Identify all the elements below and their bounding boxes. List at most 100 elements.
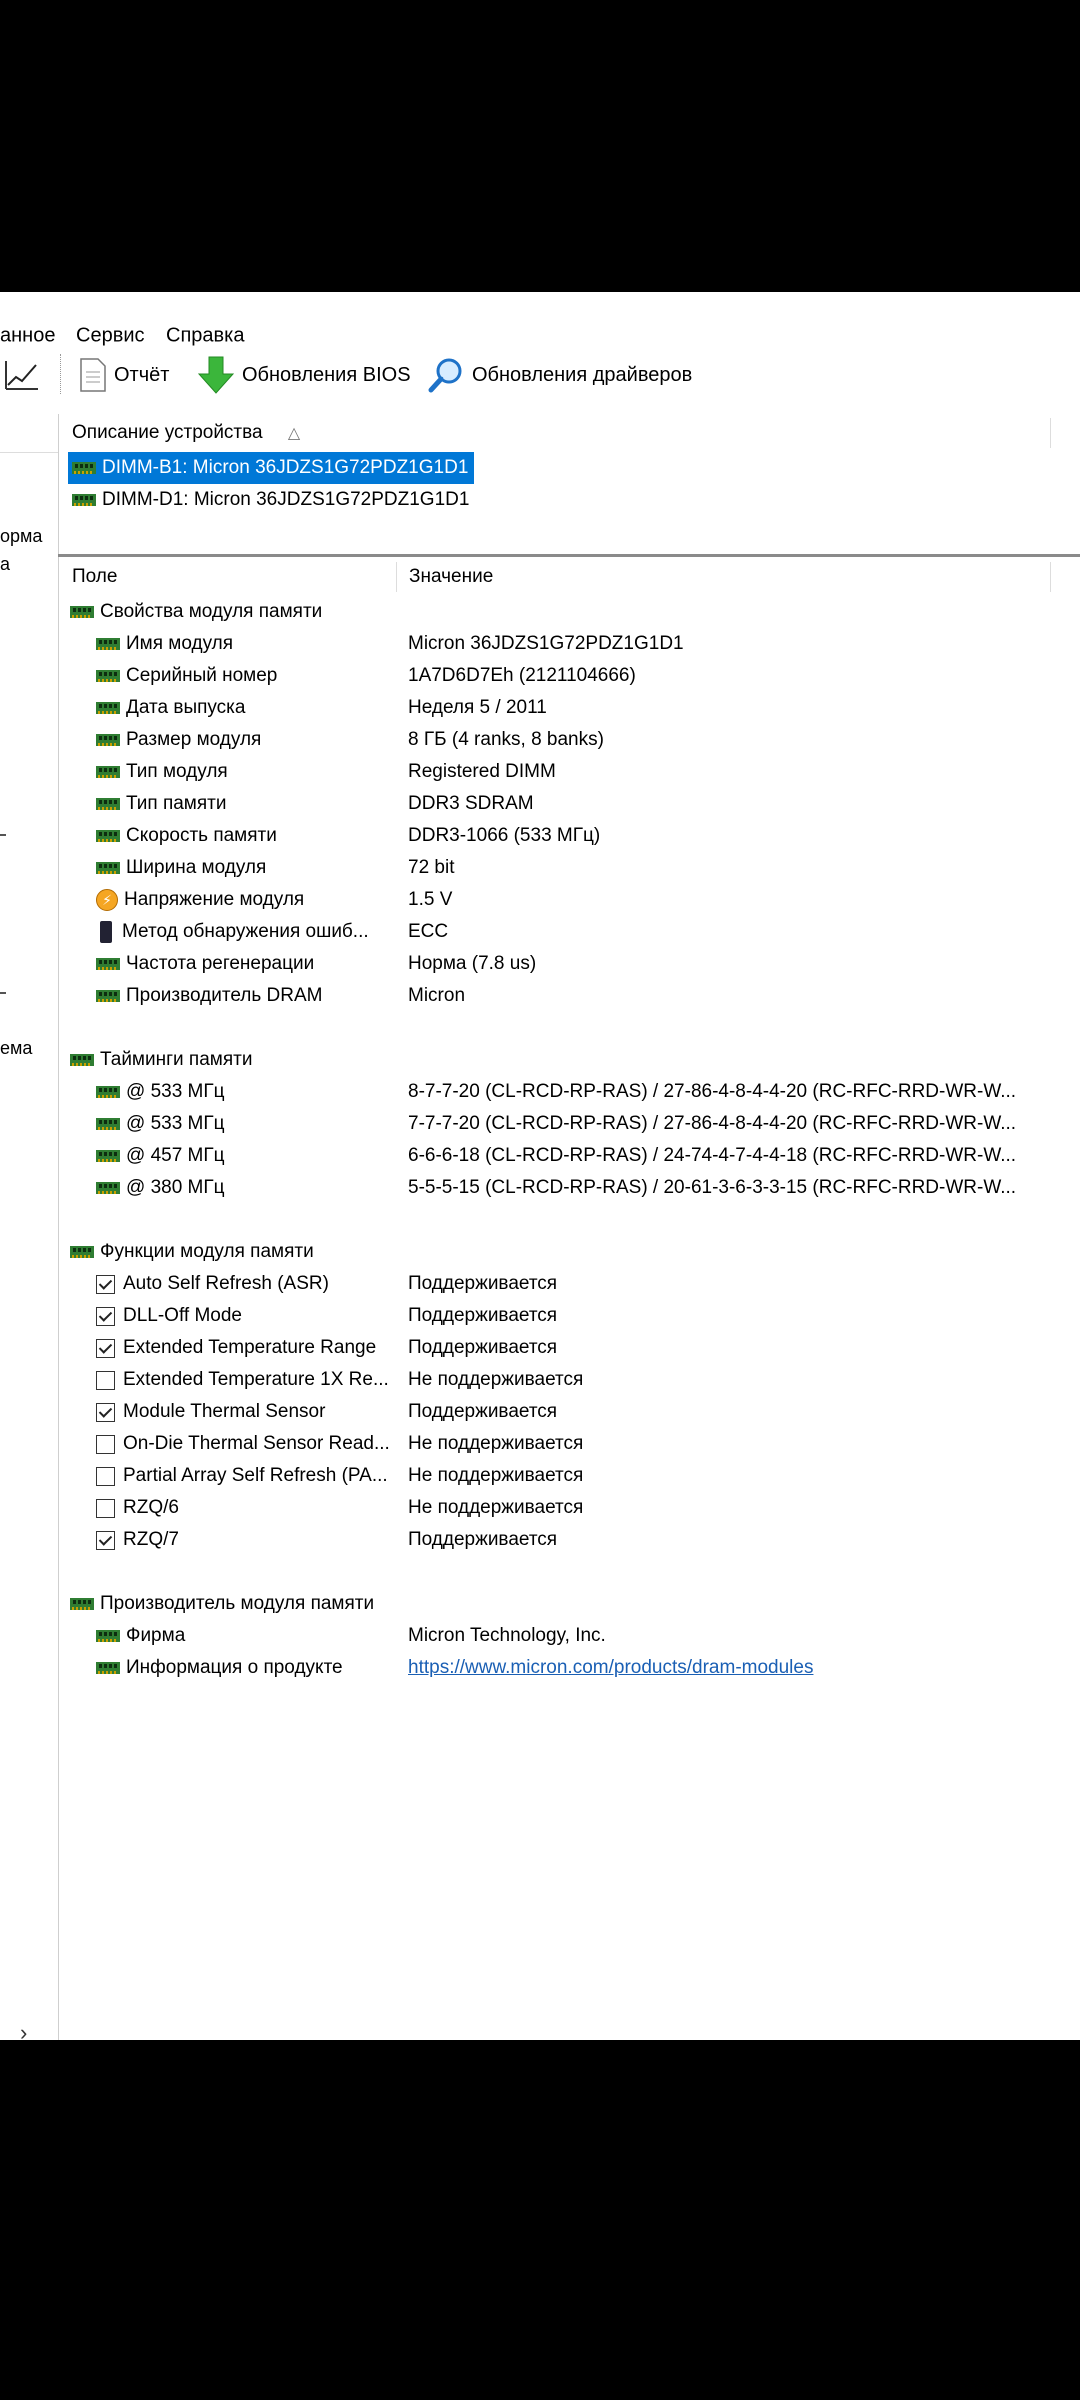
field-value: Micron 36JDZS1G72PDZ1G1D1 <box>408 633 684 654</box>
ram-icon <box>96 862 120 874</box>
table-row[interactable]: ⚡ Напряжение модуля 1.5 V <box>62 884 1080 916</box>
table-row[interactable]: Auto Self Refresh (ASR) Поддерживается <box>62 1268 1080 1300</box>
field-label: Частота регенерации <box>126 953 315 974</box>
ram-icon <box>70 1054 94 1066</box>
device-item-dimm-d1[interactable]: DIMM-D1: Micron 36JDZS1G72PDZ1G1D1 <box>68 484 475 516</box>
table-row[interactable]: DLL-Off Mode Поддерживается <box>62 1300 1080 1332</box>
field-label: Напряжение модуля <box>124 889 305 910</box>
table-row[interactable]: @ 457 МГц 6-6-6-18 (CL-RCD-RP-RAS) / 24-7… <box>62 1140 1080 1172</box>
device-list: Описание устройства △ DIMM-B1: Micron 36… <box>62 414 1080 556</box>
tree-item-fragment[interactable]: а <box>0 554 10 575</box>
field-value: 1A7D6D7Eh (2121104666) <box>408 665 636 686</box>
field-value: 8-7-7-20 (CL-RCD-RP-RAS) / 27-86-4-8-4-4… <box>408 1081 1017 1102</box>
table-row[interactable]: @ 533 МГц 8-7-7-20 (CL-RCD-RP-RAS) / 27-8… <box>62 1076 1080 1108</box>
table-row[interactable]: Метод обнаружения ошиб... ECC <box>62 916 1080 948</box>
table-row[interactable]: Фирма Micron Technology, Inc. <box>62 1620 1080 1652</box>
table-row[interactable]: On-Die Thermal Sensor Read... Не поддержи… <box>62 1428 1080 1460</box>
ram-icon <box>70 1246 94 1258</box>
details-table: Поле Значение Свойства модуля памяти Имя … <box>62 558 1080 2040</box>
table-row[interactable]: Серийный номер 1A7D6D7Eh (2121104666) <box>62 660 1080 692</box>
field-label: Производитель DRAM <box>126 985 323 1006</box>
table-row[interactable]: Частота регенерации Норма (7.8 us) <box>62 948 1080 980</box>
field-value: Registered DIMM <box>408 761 556 782</box>
menu-bar: анное Сервис Справка <box>0 292 1080 347</box>
menu-item-help[interactable]: Справка <box>166 325 244 348</box>
field-label: Дата выпуска <box>126 697 246 718</box>
ram-icon <box>96 1086 120 1098</box>
ram-icon <box>96 1630 120 1642</box>
group-header[interactable]: Тайминги памяти <box>62 1044 1080 1076</box>
ram-icon <box>96 734 120 746</box>
scroll-right-arrow-icon[interactable]: › <box>20 2020 27 2040</box>
group-header[interactable]: Функции модуля памяти <box>62 1236 1080 1268</box>
table-row[interactable]: Скорость памяти DDR3-1066 (533 МГц) <box>62 820 1080 852</box>
field-value: Поддерживается <box>408 1273 558 1294</box>
ram-icon <box>96 830 120 842</box>
value-column-header[interactable]: Значение <box>409 558 493 596</box>
field-value: Поддерживается <box>408 1305 558 1326</box>
table-row[interactable]: Extended Temperature Range Поддерживается <box>62 1332 1080 1364</box>
field-value: DDR3-1066 (533 МГц) <box>408 825 601 846</box>
table-row[interactable]: @ 380 МГц 5-5-5-15 (CL-RCD-RP-RAS) / 20-6… <box>62 1172 1080 1204</box>
device-description-header[interactable]: Описание устройства △ <box>72 414 300 452</box>
ram-icon <box>72 462 96 474</box>
navigation-tree[interactable]: орма а ема › <box>0 414 59 2040</box>
ram-icon <box>96 958 120 970</box>
table-row[interactable]: Имя модуля Micron 36JDZS1G72PDZ1G1D1 <box>62 628 1080 660</box>
panel-splitter[interactable] <box>58 554 1080 557</box>
field-value: 7-7-7-20 (CL-RCD-RP-RAS) / 27-86-4-8-4-4… <box>408 1113 1017 1134</box>
bios-updates-label: Обновления BIOS <box>242 363 411 386</box>
report-button[interactable]: Отчёт <box>80 356 169 394</box>
tree-item-fragment[interactable]: орма <box>0 526 42 547</box>
device-item-label: DIMM-D1: Micron 36JDZS1G72PDZ1G1D1 <box>102 489 470 510</box>
group-header[interactable]: Производитель модуля памяти <box>62 1588 1080 1620</box>
field-value: Не поддерживается <box>408 1369 584 1390</box>
toolbar-separator <box>60 354 61 394</box>
table-row[interactable]: Размер модуля 8 ГБ (4 ranks, 8 banks) <box>62 724 1080 756</box>
download-arrow-icon <box>198 356 234 394</box>
checkbox-checked-icon <box>96 1338 115 1358</box>
menu-item-service[interactable]: Сервис <box>76 325 145 348</box>
ram-icon <box>96 670 120 682</box>
ram-icon <box>72 494 96 506</box>
field-label: Серийный номер <box>126 665 278 686</box>
table-row[interactable]: RZQ/6 Не поддерживается <box>62 1492 1080 1524</box>
table-row[interactable]: Extended Temperature 1X Re... Не поддержи… <box>62 1364 1080 1396</box>
field-label: Тип памяти <box>126 793 227 814</box>
product-info-link[interactable]: https://www.micron.com/products/dram-mod… <box>408 1657 813 1679</box>
tree-item-fragment[interactable]: ема <box>0 1038 32 1059</box>
field-value: 1.5 V <box>408 889 453 910</box>
table-row[interactable]: Тип памяти DDR3 SDRAM <box>62 788 1080 820</box>
menu-item-data[interactable]: анное <box>0 325 55 348</box>
field-value: Не поддерживается <box>408 1465 584 1486</box>
sort-ascending-icon: △ <box>287 425 301 442</box>
field-label: Auto Self Refresh (ASR) <box>123 1273 329 1294</box>
benchmark-button[interactable] <box>4 356 40 394</box>
table-row[interactable]: Partial Array Self Refresh (PA... Не подд… <box>62 1460 1080 1492</box>
tree-connector <box>0 834 6 836</box>
field-label: @ 533 МГц <box>126 1081 225 1102</box>
table-row[interactable]: Тип модуля Registered DIMM <box>62 756 1080 788</box>
table-row[interactable]: Ширина модуля 72 bit <box>62 852 1080 884</box>
table-row[interactable]: Информация о продукте https://www.micron.… <box>62 1652 1080 1684</box>
bios-updates-button[interactable]: Обновления BIOS <box>198 356 411 394</box>
driver-updates-button[interactable]: Обновления драйверов <box>428 356 692 394</box>
driver-updates-label: Обновления драйверов <box>472 363 693 386</box>
device-item-dimm-b1[interactable]: DIMM-B1: Micron 36JDZS1G72PDZ1G1D1 <box>66 451 476 485</box>
ram-icon <box>96 990 120 1002</box>
table-row[interactable]: RZQ/7 Поддерживается <box>62 1524 1080 1556</box>
group-header[interactable]: Свойства модуля памяти <box>62 596 1080 628</box>
checkbox-checked-icon <box>96 1274 115 1294</box>
field-label: @ 380 МГц <box>126 1177 225 1198</box>
field-label: Partial Array Self Refresh (PA... <box>123 1465 388 1486</box>
search-icon <box>428 358 462 393</box>
table-row[interactable]: Module Thermal Sensor Поддерживается <box>62 1396 1080 1428</box>
field-column-header[interactable]: Поле <box>72 558 117 596</box>
device-icon <box>100 921 112 943</box>
field-label: RZQ/6 <box>123 1497 179 1518</box>
table-row[interactable]: Производитель DRAM Micron <box>62 980 1080 1012</box>
table-row[interactable]: Дата выпуска Неделя 5 / 2011 <box>62 692 1080 724</box>
field-value: Норма (7.8 us) <box>408 953 537 974</box>
table-row[interactable]: @ 533 МГц 7-7-7-20 (CL-RCD-RP-RAS) / 27-8… <box>62 1108 1080 1140</box>
field-value: Неделя 5 / 2011 <box>408 697 547 718</box>
